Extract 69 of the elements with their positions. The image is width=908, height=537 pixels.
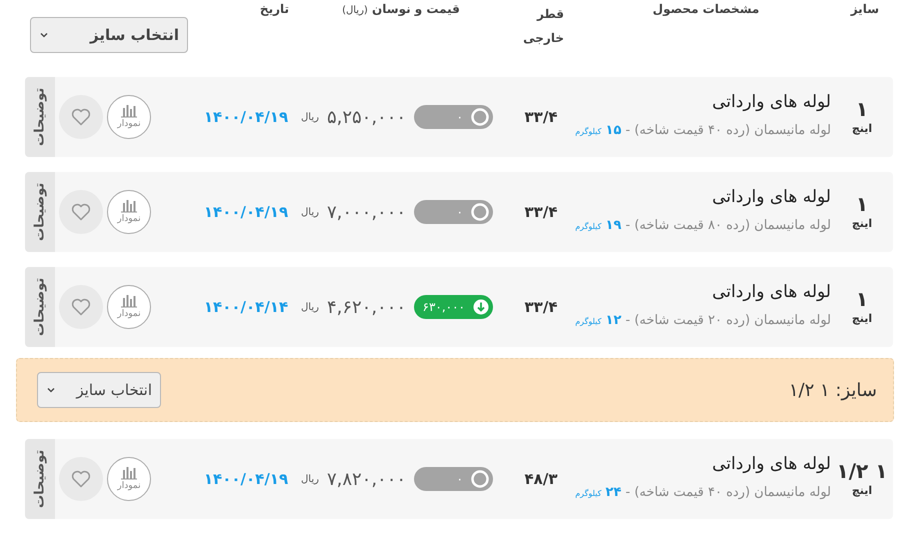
chevron-down-icon [39, 30, 49, 40]
chart-button[interactable]: نمودار [107, 457, 151, 501]
diameter-value: ۳۳/۴ [524, 202, 558, 223]
size-value: ۱ ۱/۲ [836, 458, 888, 483]
notes-tab[interactable]: توضیحات [25, 172, 55, 252]
product-title: لوله های وارداتی [712, 280, 831, 304]
chevron-down-icon [46, 385, 56, 395]
date-value: ۱۴۰۰/۰۴/۱۴ [204, 296, 288, 318]
favorite-button[interactable] [59, 190, 103, 234]
heart-icon [71, 108, 91, 126]
product-title: لوله های وارداتی [712, 90, 831, 114]
product-spec: لوله مانیسمان (رده ۴۰ قیمت شاخه) - ۲۴ کیلوگرم [575, 484, 831, 502]
date-value: ۱۴۰۰/۰۴/۱۹ [204, 468, 288, 490]
size-value: ۱ [856, 96, 868, 121]
price-value: ۵,۲۵۰,۰۰۰ [326, 106, 406, 130]
bar-chart-icon [120, 294, 138, 308]
bar-chart-icon [120, 199, 138, 213]
bar-chart-icon [120, 104, 138, 118]
chart-button[interactable]: نمودار [107, 190, 151, 234]
circle-icon [471, 470, 489, 488]
price-change-badge: ۰ [414, 200, 493, 224]
product-spec: لوله مانیسمان (رده ۴۰ قیمت شاخه) - ۱۵ کیلوگرم [575, 122, 831, 140]
product-title: لوله های وارداتی [712, 186, 831, 209]
column-header: تاریخ [260, 2, 289, 16]
size-select[interactable]: انتخاب سایز [30, 17, 188, 53]
notes-tab[interactable]: توضیحات [25, 439, 55, 519]
heart-icon [71, 298, 91, 316]
price-change-badge: ۶۳۰,۰۰۰ [414, 295, 493, 319]
favorite-button[interactable] [59, 285, 103, 329]
bar-chart-icon [120, 466, 138, 480]
size-select[interactable]: انتخاب سایز [37, 372, 161, 408]
circle-icon [471, 203, 489, 221]
size-value: ۱ [856, 286, 868, 311]
currency-label: ریال [301, 472, 319, 486]
date-value: ۱۴۰۰/۰۴/۱۹ [204, 106, 288, 128]
price-value: ۷,۸۲۰,۰۰۰ [326, 468, 406, 492]
favorite-button[interactable] [59, 457, 103, 501]
diameter-value: ۴۸/۳ [524, 468, 558, 490]
notes-tab[interactable]: توضیحات [25, 267, 55, 347]
favorite-button[interactable] [59, 95, 103, 139]
price-change-badge: ۰ [414, 105, 493, 129]
diameter-value: ۳۳/۴ [524, 106, 558, 128]
product-spec: لوله مانیسمان (رده ۸۰ قیمت شاخه) - ۱۹ کیلوگرم [575, 217, 831, 236]
column-header: سایز [850, 1, 879, 18]
heart-icon [71, 203, 91, 221]
diameter-value: ۳۳/۴ [524, 296, 558, 318]
size-unit: اینچ [852, 120, 872, 137]
product-spec: لوله مانیسمان (رده ۲۰ قیمت شاخه) - ۱۲ کیلوگرم [575, 312, 831, 330]
column-header: مشخصات محصول [652, 1, 760, 18]
price-value: ۴,۶۲۰,۰۰۰ [326, 296, 406, 320]
price-change-badge: ۰ [414, 467, 493, 491]
chart-button[interactable]: نمودار [107, 95, 151, 139]
currency-label: ریال [301, 110, 319, 124]
size-unit: اینچ [852, 216, 872, 232]
section-size-label: سایز: ۱ ۱/۲ [788, 378, 877, 402]
price-value: ۷,۰۰۰,۰۰۰ [326, 200, 406, 224]
column-header: قطر خارجی [522, 6, 564, 47]
notes-tab[interactable]: توضیحات [25, 77, 55, 157]
product-title: لوله های وارداتی [712, 452, 831, 476]
heart-icon [71, 470, 91, 488]
circle-icon [471, 108, 489, 126]
chart-button[interactable]: نمودار [107, 285, 151, 329]
size-unit: اینچ [852, 482, 872, 499]
size-value: ۱ [856, 192, 868, 216]
size-unit: اینچ [852, 310, 872, 327]
currency-label: ریال [301, 300, 319, 314]
date-value: ۱۴۰۰/۰۴/۱۹ [204, 202, 288, 223]
currency-label: ریال [301, 206, 319, 220]
column-header: قیمت و نوسان (ریال) [342, 1, 460, 18]
